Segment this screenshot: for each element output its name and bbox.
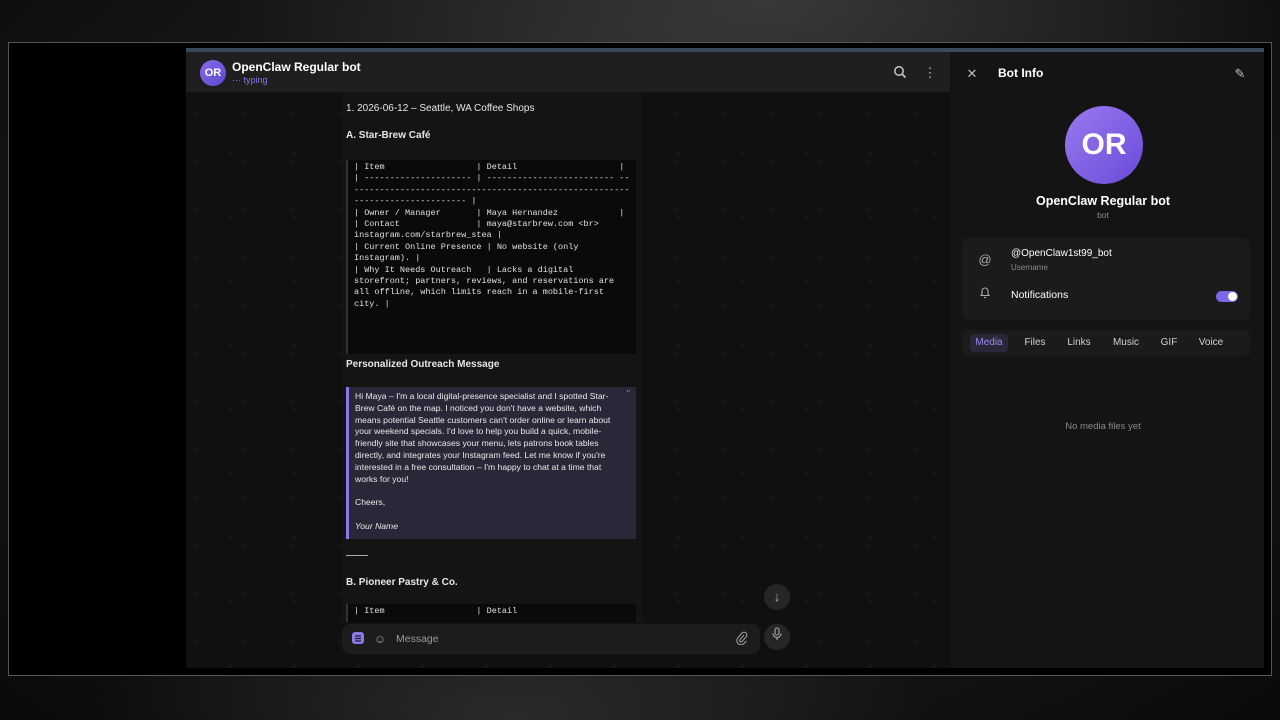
quote-name: Your Name: [355, 521, 398, 532]
message-column: 1. 2026-06-12 – Seattle, WA Coffee Shops…: [342, 92, 642, 622]
tab-gif[interactable]: GIF: [1154, 334, 1184, 352]
bot-info-panel: ✕ Bot Info ✎ OR OpenClaw Regular bot bot…: [950, 52, 1264, 668]
notifications-toggle[interactable]: [1216, 291, 1238, 302]
at-sign-icon: @: [978, 252, 992, 267]
chat-area: OR OpenClaw Regular bot ··· typing ⋮ 1. …: [186, 52, 950, 668]
tab-voice[interactable]: Voice: [1192, 334, 1230, 352]
quote-mark-icon: ": [626, 389, 630, 400]
panel-title: Bot Info: [998, 66, 1044, 80]
outreach-quote: " Hi Maya – I'm a local digital-presence…: [346, 387, 636, 539]
quote-body: Hi Maya – I'm a local digital-presence s…: [355, 391, 611, 484]
bot-type: bot: [1097, 210, 1109, 220]
bell-icon: [976, 286, 994, 304]
empty-media-text: No media files yet: [1065, 421, 1141, 432]
message-heading-cafe-b: B. Pioneer Pastry & Co.: [346, 577, 458, 588]
bot-username[interactable]: @OpenClaw1st99_bot: [1011, 248, 1112, 259]
tab-media[interactable]: Media: [970, 334, 1008, 352]
code-table-b: | Item | Detail: [346, 604, 636, 622]
quote-signoff: Cheers,: [355, 497, 386, 508]
tab-music[interactable]: Music: [1106, 334, 1146, 352]
divider: [346, 555, 368, 556]
scroll-down-button[interactable]: ↓: [764, 584, 790, 610]
notifications-label: Notifications: [1011, 289, 1069, 301]
message-heading-cafe-a: A. Star-Brew Café: [346, 130, 431, 141]
typing-status: ··· typing: [232, 75, 268, 85]
close-icon[interactable]: ✕: [964, 66, 980, 82]
message-heading-date: 1. 2026-06-12 – Seattle, WA Coffee Shops: [346, 103, 535, 114]
bot-details-card: @ @OpenClaw1st99_bot Username Notificati…: [962, 238, 1250, 320]
search-icon[interactable]: [892, 65, 908, 81]
outreach-heading: Personalized Outreach Message: [346, 359, 500, 370]
message-composer: ☺: [342, 624, 760, 654]
bot-name: OpenClaw Regular bot: [1035, 194, 1171, 208]
bot-avatar[interactable]: OR: [1065, 106, 1143, 184]
tab-files[interactable]: Files: [1018, 334, 1052, 352]
code-table-a: | Item | Detail | | --------------------…: [346, 160, 636, 354]
more-options-icon[interactable]: ⋮: [922, 65, 938, 81]
microphone-button[interactable]: [764, 624, 790, 650]
emoji-icon[interactable]: ☺: [372, 631, 388, 647]
attach-icon[interactable]: [734, 631, 750, 647]
chat-title[interactable]: OpenClaw Regular bot: [232, 60, 361, 74]
avatar[interactable]: OR: [200, 60, 226, 86]
chat-header[interactable]: OR OpenClaw Regular bot ··· typing ⋮: [186, 52, 950, 92]
commands-menu-icon[interactable]: [350, 631, 366, 647]
edit-pencil-icon[interactable]: ✎: [1232, 66, 1248, 82]
username-label: Username: [1011, 263, 1048, 272]
message-input[interactable]: [396, 631, 716, 647]
tab-links[interactable]: Links: [1062, 334, 1096, 352]
media-tabs: Media Files Links Music GIF Voice: [962, 330, 1250, 356]
